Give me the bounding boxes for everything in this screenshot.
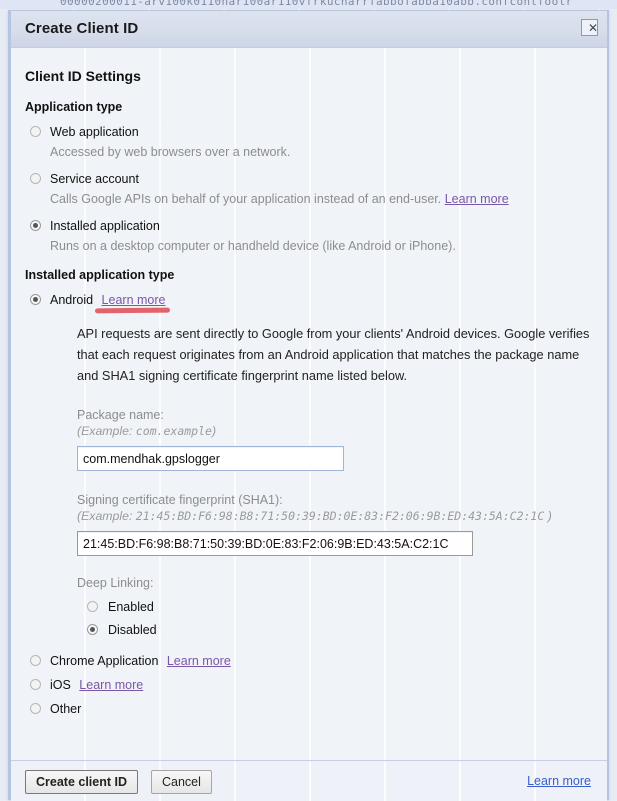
application-type-heading: Application type	[25, 100, 123, 114]
learn-more-link-ios[interactable]: Learn more	[79, 678, 143, 692]
installed-application-type-group: Android Learn more API requests are sent…	[25, 291, 593, 718]
sha1-label: Signing certificate fingerprint (SHA1):	[77, 493, 283, 507]
sha1-field-group: Signing certificate fingerprint (SHA1): …	[77, 493, 593, 556]
deep-linking-group: Deep Linking: Enabled Disabled	[77, 576, 593, 639]
cut-off-url-text: 00000200011-arv100k0110nar100ar110vfrkuc…	[60, 0, 573, 8]
installed-application-other-options: Chrome Application Learn more iOS Learn …	[25, 652, 593, 718]
application-type-group: Web application Accessed by web browsers…	[25, 123, 593, 254]
radio-row-deep-linking-enabled[interactable]: Enabled	[77, 598, 593, 616]
radio-deep-linking-disabled[interactable]	[87, 624, 98, 635]
installed-application-type-heading: Installed application type	[25, 268, 175, 282]
page-title: Client ID Settings	[25, 68, 141, 84]
create-client-id-dialog: Create Client ID ✕ Client ID Settings Ap…	[8, 10, 609, 801]
radio-ios[interactable]	[30, 679, 41, 690]
dialog-footer: Create client ID Cancel Learn more	[11, 760, 607, 801]
sha1-example: (Example: 21:45:BD:F6:98:B8:71:50:39:BD:…	[77, 509, 593, 523]
radio-row-ios[interactable]: iOS Learn more	[25, 676, 593, 694]
radio-row-other[interactable]: Other	[25, 700, 593, 718]
radio-row-installed-application[interactable]: Installed application	[25, 217, 593, 235]
radio-installed-application[interactable]	[30, 220, 41, 231]
page-backdrop: 00000200011-arv100k0110nar100ar110vfrkuc…	[0, 0, 617, 801]
radio-desc-installed-application: Runs on a desktop computer or handheld d…	[50, 239, 456, 253]
package-example-suffix: )	[211, 424, 217, 438]
package-name-input[interactable]	[77, 446, 344, 471]
radio-label-ios[interactable]: iOS	[50, 678, 71, 692]
radio-web-application[interactable]	[30, 126, 41, 137]
package-example-value: com.example	[135, 424, 212, 438]
learn-more-link-android[interactable]: Learn more	[102, 293, 166, 307]
android-description-paragraph: API requests are sent directly to Google…	[77, 326, 590, 383]
radio-other[interactable]	[30, 703, 41, 714]
package-example-prefix: (Example:	[77, 424, 133, 438]
radio-label-android[interactable]: Android	[50, 293, 93, 307]
package-name-field-group: Package name: (Example: com.example)	[77, 408, 593, 471]
radio-label-deep-linking-enabled[interactable]: Enabled	[108, 600, 154, 614]
learn-more-link-chrome-application[interactable]: Learn more	[167, 654, 231, 668]
radio-chrome-application[interactable]	[30, 655, 41, 666]
radio-service-account[interactable]	[30, 173, 41, 184]
radio-label-chrome-application[interactable]: Chrome Application	[50, 654, 158, 668]
learn-more-link-service-account[interactable]: Learn more	[445, 192, 509, 206]
learn-more-link-footer[interactable]: Learn more	[527, 774, 591, 788]
radio-label-deep-linking-disabled[interactable]: Disabled	[108, 623, 157, 637]
sha1-example-suffix: )	[547, 509, 552, 523]
dialog-body: Client ID Settings Application type Web …	[11, 48, 607, 760]
radio-row-android[interactable]: Android Learn more	[25, 291, 593, 314]
radio-desc-service-account: Calls Google APIs on behalf of your appl…	[50, 191, 593, 207]
package-name-example: (Example: com.example)	[77, 424, 593, 438]
sha1-example-prefix: (Example:	[77, 509, 133, 523]
sha1-fingerprint-input[interactable]	[77, 531, 473, 556]
radio-android[interactable]	[30, 294, 41, 305]
dialog-title: Create Client ID	[25, 20, 139, 37]
red-annotation-underline	[94, 307, 170, 314]
deep-linking-label: Deep Linking:	[77, 576, 154, 590]
radio-label-web-application[interactable]: Web application	[50, 125, 139, 139]
close-icon[interactable]: ✕	[581, 19, 598, 36]
radio-row-web-application[interactable]: Web application	[25, 123, 593, 141]
service-account-description-text: Calls Google APIs on behalf of your appl…	[50, 192, 442, 206]
radio-row-chrome-application[interactable]: Chrome Application Learn more	[25, 652, 593, 670]
create-client-id-button[interactable]: Create client ID	[25, 770, 139, 794]
sha1-example-value: 21:45:BD:F6:98:B8:71:50:39:BD:0E:83:F2:0…	[135, 509, 545, 523]
radio-deep-linking-enabled[interactable]	[87, 601, 98, 612]
browser-url-strip: 00000200011-arv100k0110nar100ar110vfrkuc…	[0, 0, 617, 9]
dialog-header: Create Client ID ✕	[11, 11, 607, 48]
radio-row-deep-linking-disabled[interactable]: Disabled	[77, 621, 593, 639]
cancel-button[interactable]: Cancel	[151, 770, 212, 794]
package-name-label: Package name:	[77, 408, 164, 422]
radio-desc-web-application: Accessed by web browsers over a network.	[50, 145, 291, 159]
radio-label-other[interactable]: Other	[50, 702, 81, 716]
radio-label-service-account[interactable]: Service account	[50, 172, 139, 186]
radio-label-installed-application[interactable]: Installed application	[50, 219, 160, 233]
radio-row-service-account[interactable]: Service account	[25, 170, 593, 188]
